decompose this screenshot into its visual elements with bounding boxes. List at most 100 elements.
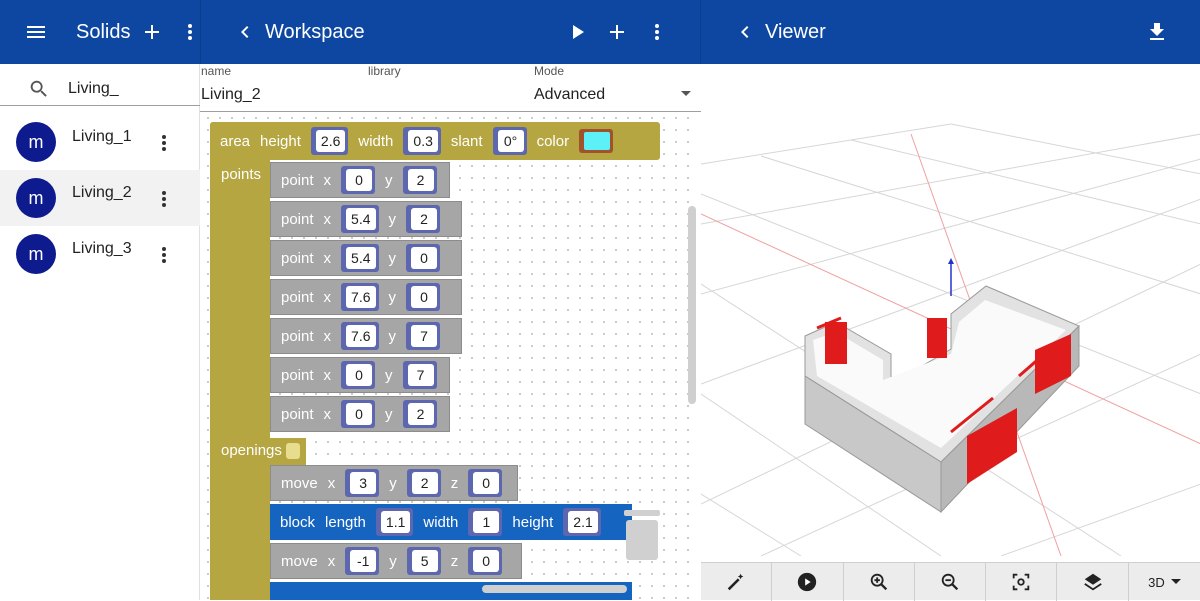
height-input[interactable]: 2.1 [568,511,598,533]
magic-wand-icon [725,571,747,593]
point-block[interactable]: point x 5.4 y 2 [270,201,462,237]
point-block[interactable]: point x 5.4 y 0 [270,240,462,276]
y-input[interactable]: 2 [407,403,434,425]
move-block[interactable]: move x -1 y 5 z 0 [270,543,522,579]
mode-select[interactable]: Advanced [534,86,605,104]
solids-more-icon[interactable] [184,20,196,44]
item-more-icon[interactable] [158,188,170,210]
z-input[interactable]: 0 [473,550,500,572]
view-mode-label: 3D [1148,574,1165,590]
point-block[interactable]: point x 7.6 y 0 [270,279,462,315]
height-input[interactable]: 2.6 [315,130,346,152]
x-input[interactable]: 0 [346,403,373,425]
add-block-icon[interactable] [605,20,629,44]
avatar: m [16,178,56,218]
point-keyword: point [281,249,314,267]
block-block[interactable]: block length 1.1 width 1 height 2.1 [270,504,632,540]
y-wrap: 7 [402,361,437,389]
vertical-scrollbar[interactable] [688,206,696,404]
point-block[interactable]: point x 0 y 7 [270,357,450,393]
trash-icon[interactable] [622,508,662,564]
x-input[interactable]: 7.6 [346,286,376,308]
x-input[interactable]: 0 [346,364,373,386]
list-item-selected[interactable]: m Living_2 [0,170,200,226]
zoom-in-button[interactable] [844,563,915,601]
item-more-icon[interactable] [158,244,170,266]
area-block[interactable]: area height 2.6 width 0.3 slant 0° color [210,122,660,160]
y-input[interactable]: 0 [411,286,437,308]
y-wrap: 5 [406,547,441,575]
y-input[interactable]: 2 [411,472,438,494]
list-item-label: Living_2 [72,184,132,201]
y-input[interactable]: 0 [411,247,437,269]
magic-wand-button[interactable] [701,563,773,601]
name-field[interactable]: Living_2 [201,86,261,104]
y-input[interactable]: 2 [407,169,434,191]
view-mode-select[interactable]: 3D [1129,563,1200,601]
layers-button[interactable] [1057,563,1129,601]
length-wrap: 1.1 [375,508,414,536]
search-input[interactable]: Living_ [68,80,119,98]
x-wrap: 3 [345,469,380,497]
center-focus-button[interactable] [986,563,1058,601]
download-icon[interactable] [1145,20,1169,44]
y-wrap: 0 [406,244,440,272]
color-swatch[interactable] [584,132,611,150]
point-keyword: point [281,210,314,228]
list-item[interactable]: m Living_3 [0,226,200,282]
y-input[interactable]: 7 [407,364,434,386]
point-block[interactable]: point x 0 y 2 [270,162,450,198]
list-item-label: Living_3 [72,240,132,257]
slant-input[interactable]: 0° [497,130,524,152]
x-input[interactable]: 7.6 [346,325,376,347]
width-input[interactable]: 1 [473,511,500,533]
x-input[interactable]: -1 [350,550,377,572]
x-input[interactable]: 0 [346,169,373,191]
point-block[interactable]: point x 0 y 2 [270,396,450,432]
height-label: height [512,513,554,531]
x-wrap: 7.6 [341,283,379,311]
menu-icon[interactable] [24,20,48,44]
viewer-chevron-left-icon[interactable] [733,20,757,44]
run-icon[interactable] [565,20,589,44]
zoom-out-icon [939,571,961,593]
blocks-workspace[interactable]: area height 2.6 width 0.3 slant 0° color… [202,112,698,600]
x-input[interactable]: 5.4 [346,247,376,269]
dropdown-arrow-icon[interactable] [680,90,692,98]
y-input[interactable]: 7 [411,325,437,347]
play-button[interactable] [772,563,844,601]
point-keyword: point [281,171,314,189]
width-input[interactable]: 0.3 [408,130,438,152]
move-block[interactable]: move x 3 y 2 z 0 [270,465,518,501]
point-keyword: point [281,405,314,423]
length-label: length [325,513,366,531]
y-wrap: 0 [406,283,440,311]
add-solid-icon[interactable] [140,20,164,44]
x-label: x [323,210,332,228]
x-label: x [327,552,336,570]
zoom-out-button[interactable] [915,563,987,601]
name-label: name [201,64,232,78]
z-input[interactable]: 0 [473,472,500,494]
search-field[interactable]: Living_ [0,64,200,106]
z-wrap: 0 [468,547,503,575]
y-input[interactable]: 2 [411,208,437,230]
x-input[interactable]: 3 [350,472,377,494]
solids-appbar: Solids [0,0,200,64]
3d-viewport[interactable] [701,64,1200,556]
y-input[interactable]: 5 [411,550,438,572]
avatar: m [16,234,56,274]
item-more-icon[interactable] [158,132,170,154]
area-block-body[interactable] [210,122,270,600]
x-wrap: 7.6 [341,322,379,350]
length-input[interactable]: 1.1 [380,511,411,533]
list-item[interactable]: m Living_1 [0,114,200,170]
workspace-more-icon[interactable] [651,20,663,44]
x-input[interactable]: 5.4 [346,208,376,230]
chevron-left-icon[interactable] [233,20,257,44]
x-label: x [323,171,332,189]
x-label: x [327,474,336,492]
horizontal-scrollbar[interactable] [482,585,627,593]
openings-checkbox[interactable] [286,443,300,459]
point-block[interactable]: point x 7.6 y 7 [270,318,462,354]
